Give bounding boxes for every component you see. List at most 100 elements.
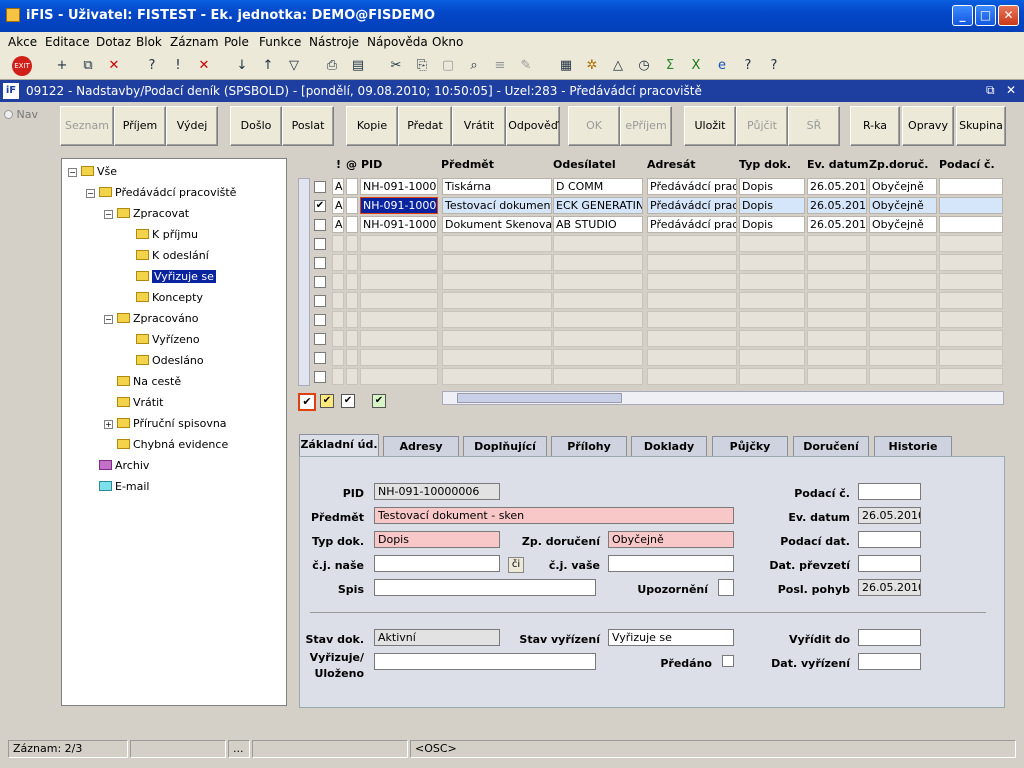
grid-cell-datum[interactable]	[807, 273, 867, 290]
delete-record-icon[interactable]: ✕	[104, 56, 124, 76]
grid-cell-podaci[interactable]	[939, 235, 1003, 252]
menu-funkce[interactable]: Funkce	[259, 35, 301, 49]
tree-item-vratit[interactable]: Vrátit	[117, 396, 163, 410]
menu-akce[interactable]: Akce	[8, 35, 37, 49]
opravy-button[interactable]: Opravy	[902, 106, 954, 146]
grid-cell[interactable]	[332, 349, 344, 366]
grid-cell-predmet[interactable]: Dokument Skenovací p	[442, 216, 552, 233]
prijem-button[interactable]: Příjem	[114, 106, 166, 146]
check-yellow-icon[interactable]: ✔	[320, 394, 334, 408]
grid-cell-odesilatel[interactable]: AB STUDIO	[553, 216, 643, 233]
expand-zpracovat[interactable]: −	[104, 210, 113, 219]
help-icon[interactable]: ?	[764, 56, 784, 76]
tree-item-vyrizuje-se[interactable]: Vyřizuje se	[136, 270, 216, 284]
row-checkbox[interactable]	[314, 333, 326, 345]
grid-cell-zp[interactable]: Obyčejně	[869, 216, 937, 233]
tree-item-k-prijmu[interactable]: K příjmu	[136, 228, 198, 242]
grid-cell-pid[interactable]: NH-091-10000C	[360, 216, 438, 233]
col-header-pid[interactable]: PID	[361, 158, 382, 171]
grid-cell-typ[interactable]	[739, 235, 805, 252]
grid-cell-zp[interactable]	[869, 235, 937, 252]
grid-cell-odesilatel[interactable]	[553, 292, 643, 309]
restore-icon[interactable]: ⧉	[986, 83, 995, 98]
grid-cell[interactable]	[332, 311, 344, 328]
help-context-icon[interactable]: ?	[738, 56, 758, 76]
grid-cell-pid[interactable]	[360, 311, 438, 328]
settings-icon[interactable]: ✲	[582, 56, 602, 76]
calculator-icon[interactable]: ▦	[556, 56, 576, 76]
warning-icon[interactable]: △	[608, 56, 628, 76]
grid-cell-datum[interactable]	[807, 311, 867, 328]
check-all-icon[interactable]: ✔	[298, 393, 316, 411]
pujcit-button[interactable]: Půjčit	[736, 106, 788, 146]
grid-cell-typ[interactable]	[739, 330, 805, 347]
grid-cell-adresat[interactable]	[647, 235, 737, 252]
grid-cell[interactable]	[346, 349, 358, 366]
skupina-button[interactable]: Skupina	[956, 106, 1006, 146]
eprijem-button[interactable]: ePříjem	[620, 106, 672, 146]
grid-cell-odesilatel[interactable]	[553, 235, 643, 252]
grid-cell-typ[interactable]	[739, 349, 805, 366]
tree-item-koncepty[interactable]: Koncepty	[136, 291, 203, 305]
poslat-button[interactable]: Poslat	[282, 106, 334, 146]
grid-cell-podaci[interactable]	[939, 197, 1003, 214]
row-checkbox[interactable]	[314, 352, 326, 364]
close-button[interactable]: ✕	[998, 5, 1019, 26]
grid-cell[interactable]: A	[332, 216, 344, 233]
row-checkbox[interactable]	[314, 371, 326, 383]
expand-prirucni[interactable]: +	[104, 420, 113, 429]
form-close-icon[interactable]: ✕	[1006, 83, 1016, 97]
grid-cell[interactable]	[346, 273, 358, 290]
tab-doklady[interactable]: Doklady	[631, 436, 707, 456]
grid-cell-zp[interactable]	[869, 330, 937, 347]
edit-icon[interactable]: ✎	[516, 56, 536, 76]
rka-button[interactable]: R-ka	[850, 106, 900, 146]
grid-cell-pid[interactable]	[360, 235, 438, 252]
col-header-podaci[interactable]: Podací č.	[939, 158, 995, 171]
insert-record-icon[interactable]: +	[52, 56, 72, 76]
kopie-button[interactable]: Kopie	[346, 106, 398, 146]
grid-cell-predmet[interactable]: Tiskárna	[442, 178, 552, 195]
scroll-thumb[interactable]	[457, 393, 622, 403]
pid-field[interactable]: NH-091-10000006	[374, 483, 500, 500]
query-icon[interactable]: ?	[142, 56, 162, 76]
tree-item-zpracovat[interactable]: Zpracovat	[117, 207, 189, 221]
grid-cell-predmet[interactable]	[442, 368, 552, 385]
horizontal-scrollbar[interactable]	[442, 391, 1004, 405]
grid-cell[interactable]: A	[332, 178, 344, 195]
grid-cell-datum[interactable]: 26.05.2010	[807, 197, 867, 214]
grid-cell[interactable]	[332, 330, 344, 347]
grid-cell-datum[interactable]	[807, 254, 867, 271]
grid-cell-podaci[interactable]	[939, 292, 1003, 309]
grid-cell[interactable]	[332, 273, 344, 290]
poslpohyb-field[interactable]: 26.05.2010	[858, 579, 921, 596]
grid-cell[interactable]	[346, 311, 358, 328]
col-header-zpdoruc[interactable]: Zp.doruč.	[869, 158, 928, 171]
vratit-button[interactable]: Vrátit	[452, 106, 506, 146]
grid-cell-datum[interactable]	[807, 368, 867, 385]
ci-button[interactable]: či	[508, 557, 524, 573]
grid-cell-datum[interactable]	[807, 330, 867, 347]
vyrizuje-field[interactable]	[374, 653, 596, 670]
row-checkbox[interactable]	[314, 181, 326, 193]
tree-item-chybna[interactable]: Chybná evidence	[117, 438, 228, 452]
menu-nastroje[interactable]: Nástroje	[309, 35, 359, 49]
grid-cell[interactable]	[332, 254, 344, 271]
vyriditdo-field[interactable]	[858, 629, 921, 646]
sr-button[interactable]: SŘ	[788, 106, 840, 146]
tab-doruceni[interactable]: Doručení	[793, 436, 869, 456]
grid-cell-podaci[interactable]	[939, 273, 1003, 290]
grid-cell-pid[interactable]	[360, 292, 438, 309]
tree-item-odeslano[interactable]: Odesláno	[136, 354, 204, 368]
grid-cell-adresat[interactable]: Předávádcí pracov	[647, 178, 737, 195]
ok-button[interactable]: OK	[568, 106, 620, 146]
grid-cell-pid[interactable]	[360, 254, 438, 271]
grid-cell-adresat[interactable]	[647, 368, 737, 385]
doslo-button[interactable]: Došlo	[230, 106, 282, 146]
tab-prilohy[interactable]: Přílohy	[551, 436, 627, 456]
vydej-button[interactable]: Výdej	[166, 106, 218, 146]
grid-cell[interactable]	[346, 197, 358, 214]
tab-pujcky[interactable]: Půjčky	[712, 436, 788, 456]
grid-cell[interactable]	[346, 216, 358, 233]
grid-cell-datum[interactable]	[807, 349, 867, 366]
